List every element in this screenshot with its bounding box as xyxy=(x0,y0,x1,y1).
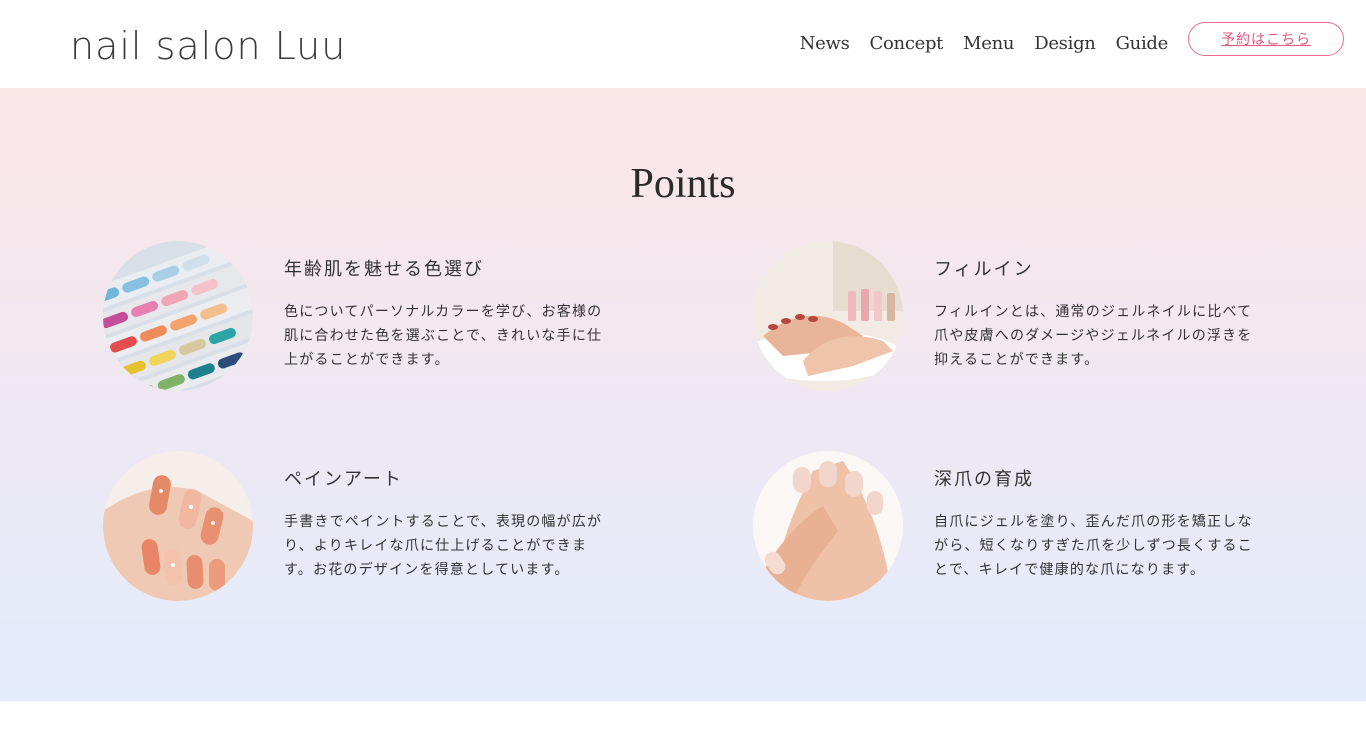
nav-concept[interactable]: Concept xyxy=(870,31,944,57)
site-logo[interactable]: nail salon Luu xyxy=(70,22,346,70)
point-title: フィルイン xyxy=(934,259,1034,280)
natural-nails-photo xyxy=(753,451,903,601)
nail-care-photo xyxy=(753,241,903,391)
point-text: 手書きでペイントすることで、表現の幅が広がり、よりキレイな爪に仕上げることができ… xyxy=(284,514,603,578)
nav-news[interactable]: News xyxy=(800,31,850,57)
color-chart-photo xyxy=(103,241,253,391)
nav-design[interactable]: Design xyxy=(1034,31,1096,57)
point-text: 色についてパーソナルカラーを学び、お客様の肌に合わせた色を選ぶことで、きれいな手… xyxy=(284,304,603,368)
nav-menu[interactable]: Menu xyxy=(963,31,1014,57)
main-nav: News Concept Menu Design Guide xyxy=(800,31,1169,57)
point-text: 自爪にジェルを塗り、歪んだ爪の形を矯正しながら、短くなりすぎた爪を少しずつ長くす… xyxy=(934,514,1253,578)
site-header: nail salon Luu News Concept Menu Design … xyxy=(0,0,1366,88)
point-item: 深爪の育成 自爪にジェルを塗り、歪んだ爪の形を矯正しながら、短くなりすぎた爪を少… xyxy=(753,451,1313,611)
point-title: ペインアート xyxy=(284,469,403,490)
section-title: Points xyxy=(630,161,736,207)
points-section: Points 年齢肌を魅せる色選び 色についてパーソナルカラーを学び、お客様の肌… xyxy=(0,88,1366,701)
glitter-nails-photo xyxy=(103,451,253,601)
nav-guide[interactable]: Guide xyxy=(1116,31,1169,57)
point-text: フィルインとは、通常のジェルネイルに比べて爪や皮膚へのダメージやジェルネイルの浮… xyxy=(934,304,1253,368)
point-item: ペインアート 手書きでペイントすることで、表現の幅が広がり、よりキレイな爪に仕上… xyxy=(103,451,663,611)
point-item: 年齢肌を魅せる色選び 色についてパーソナルカラーを学び、お客様の肌に合わせた色を… xyxy=(103,241,663,401)
point-title: 深爪の育成 xyxy=(934,469,1034,490)
reserve-button[interactable]: 予約はこちら xyxy=(1188,22,1344,56)
point-title: 年齢肌を魅せる色選び xyxy=(284,259,484,280)
point-item: フィルイン フィルインとは、通常のジェルネイルに比べて爪や皮膚へのダメージやジェ… xyxy=(753,241,1313,401)
